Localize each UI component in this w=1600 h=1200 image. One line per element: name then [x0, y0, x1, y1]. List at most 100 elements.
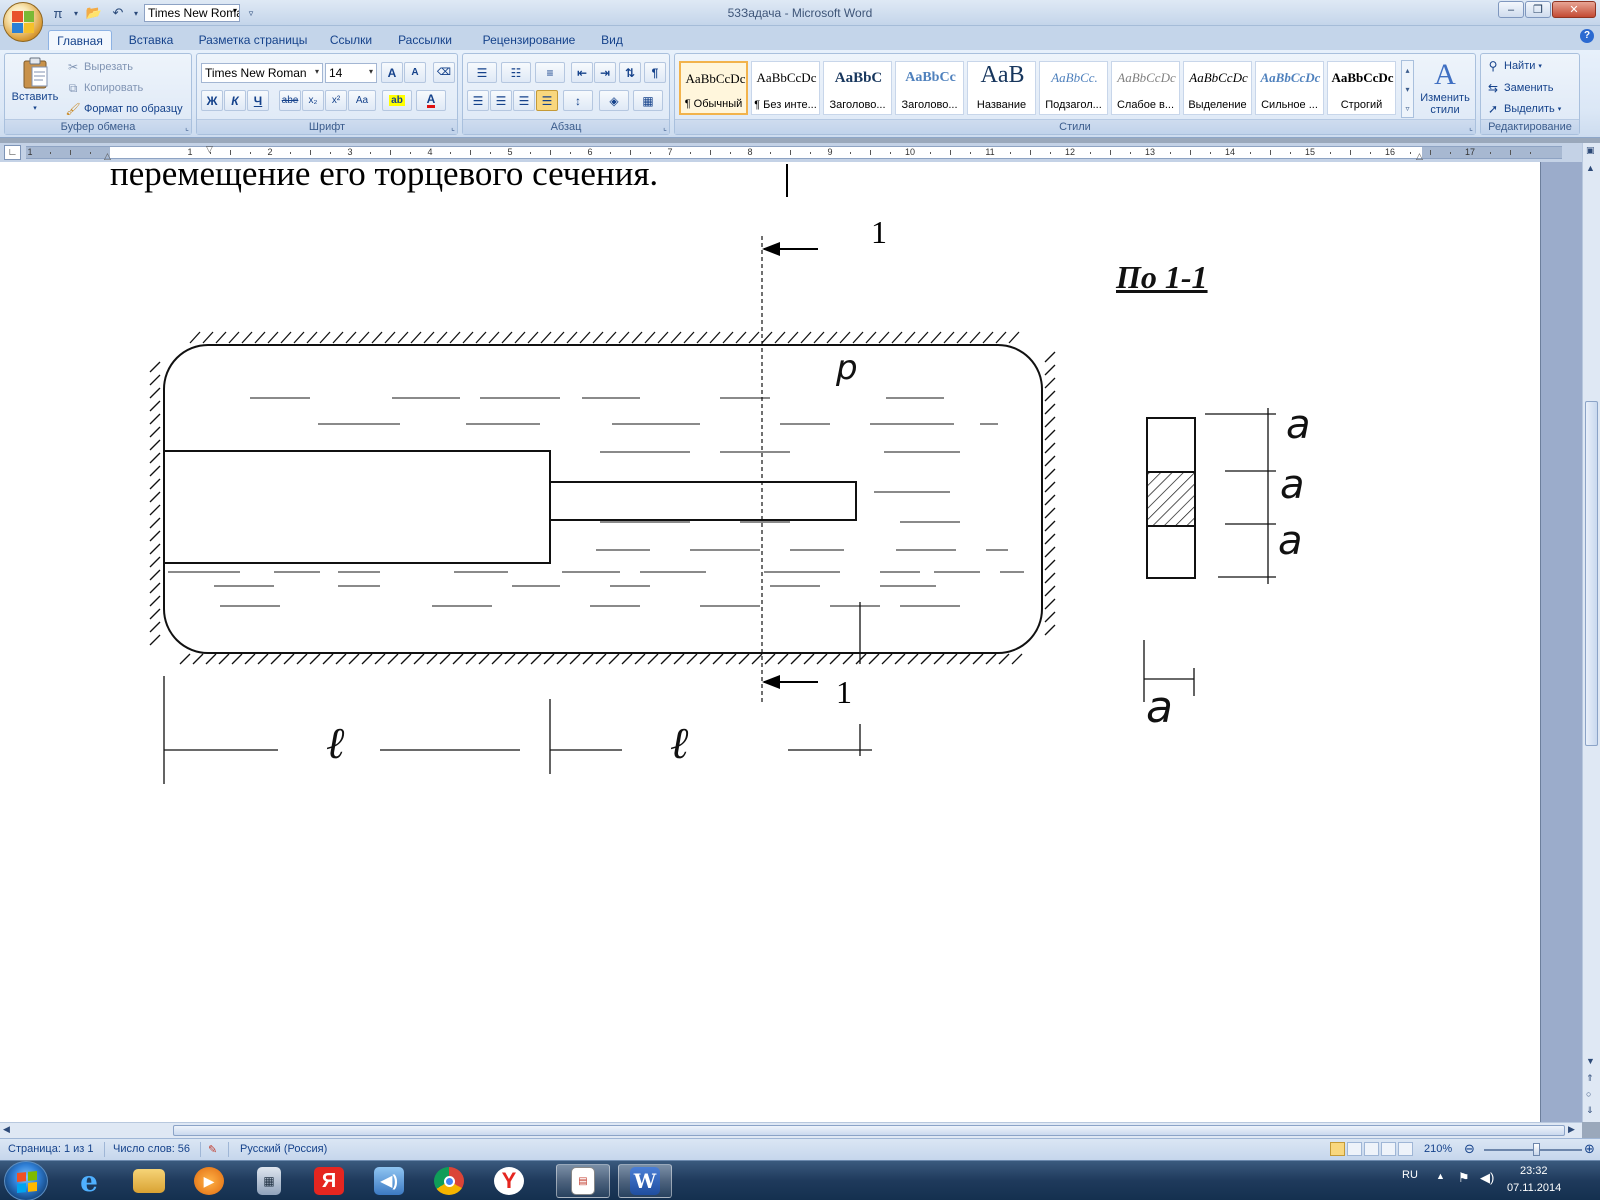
horizontal-ruler[interactable]: ∟ 1 1 2 3 4 5 6 7 8 9 10 11 12 13 14 15 16 17 ▽ △ △ — [0, 143, 1600, 162]
print-layout-view-button[interactable] — [1330, 1142, 1345, 1156]
left-indent-icon[interactable]: △ — [104, 151, 111, 162]
style-heading-2[interactable]: AaBbCc Заголово... — [895, 61, 964, 115]
superscript-button[interactable]: x² — [325, 90, 347, 111]
taskbar-internet-explorer[interactable]: e — [62, 1164, 116, 1198]
tab-references[interactable]: Ссылки — [324, 30, 378, 50]
dialog-launcher-icon[interactable]: ⌞ — [1469, 123, 1473, 132]
taskbar-chrome[interactable] — [422, 1164, 476, 1198]
spelling-check-icon[interactable]: ✎ — [208, 1143, 217, 1156]
dialog-launcher-icon[interactable]: ⌞ — [185, 123, 189, 132]
horizontal-scroll-thumb[interactable] — [173, 1125, 1565, 1136]
zoom-slider-thumb[interactable] — [1533, 1143, 1540, 1156]
cut-button[interactable]: ✂ Вырезать — [65, 59, 133, 75]
tab-review[interactable]: Рецензирование — [472, 30, 586, 50]
highlight-button[interactable]: ab — [382, 90, 412, 111]
strikethrough-button[interactable]: abe — [279, 90, 301, 111]
justify-button[interactable]: ☰ — [536, 90, 558, 111]
grow-font-button[interactable]: A — [381, 62, 403, 83]
taskbar-calculator[interactable]: ▦ — [242, 1164, 296, 1198]
align-left-button[interactable]: ☰ — [467, 90, 489, 111]
styles-scroller[interactable]: ▴ ▾ ▿ — [1401, 60, 1414, 118]
next-page-icon[interactable]: ⇓ — [1586, 1105, 1594, 1116]
document-area[interactable]: перемещение его торцевого сечения. 1 1 П… — [0, 162, 1582, 1122]
numbering-button[interactable]: ☷ — [501, 62, 531, 83]
document-page[interactable]: перемещение его торцевого сечения. 1 1 П… — [0, 162, 1541, 1122]
underline-button[interactable]: Ч — [247, 90, 269, 111]
web-layout-view-button[interactable] — [1364, 1142, 1379, 1156]
tab-home[interactable]: Главная — [48, 30, 112, 51]
bullets-button[interactable]: ☰ — [467, 62, 497, 83]
style-heading-1[interactable]: AaBbC Заголово... — [823, 61, 892, 115]
paste-button[interactable]: Вставить ▾ — [9, 56, 61, 112]
zoom-out-icon[interactable]: ⊖ — [1464, 1141, 1475, 1157]
format-painter-button[interactable]: 🖌 Формат по образцу — [65, 101, 182, 117]
align-right-button[interactable]: ☰ — [513, 90, 535, 111]
sort-button[interactable]: ⇅ — [619, 62, 641, 83]
language-indicator[interactable]: Русский (Россия) — [240, 1143, 327, 1155]
vertical-scrollbar[interactable]: ▣ ▲ ▼ ⇑ ○ ⇓ — [1582, 143, 1600, 1122]
select-button[interactable]: ➚ Выделить ▾ — [1485, 101, 1561, 117]
font-name-combo[interactable]: Times New Roman ▾ — [201, 63, 323, 83]
taskbar-document-viewer[interactable]: ▤ — [556, 1164, 610, 1198]
borders-button[interactable]: ▦ — [633, 90, 663, 111]
taskbar-media-player[interactable]: ▶ — [182, 1164, 236, 1198]
first-line-indent-icon[interactable]: ▽ — [206, 144, 213, 155]
full-screen-reading-view-button[interactable] — [1347, 1142, 1362, 1156]
browse-object-icon[interactable]: ○ — [1586, 1089, 1591, 1099]
show-hidden-icons-icon[interactable]: ▲ — [1436, 1171, 1445, 1181]
minimize-button[interactable]: – — [1498, 1, 1524, 18]
style-title[interactable]: AaB Название — [967, 61, 1036, 115]
word-count[interactable]: Число слов: 56 — [113, 1143, 190, 1155]
bold-button[interactable]: Ж — [201, 90, 223, 111]
zoom-level[interactable]: 210% — [1424, 1143, 1452, 1155]
tab-page-layout[interactable]: Разметка страницы — [192, 30, 314, 50]
dialog-launcher-icon[interactable]: ⌞ — [451, 123, 455, 132]
tab-insert[interactable]: Вставка — [118, 30, 184, 50]
taskbar-volume-mixer[interactable]: ◀) — [362, 1164, 416, 1198]
style-no-spacing[interactable]: AaBbCcDc ¶ Без инте... — [751, 61, 820, 115]
style-subtle-emphasis[interactable]: AaBbCcDc Слабое в... — [1111, 61, 1180, 115]
scroll-left-icon[interactable]: ◀ — [3, 1124, 10, 1135]
decrease-indent-button[interactable]: ⇤ — [571, 62, 593, 83]
draft-view-button[interactable] — [1398, 1142, 1413, 1156]
help-icon[interactable]: ? — [1580, 29, 1594, 43]
dialog-launcher-icon[interactable]: ⌞ — [663, 123, 667, 132]
find-button[interactable]: ⚲ Найти ▾ — [1485, 58, 1542, 74]
replace-button[interactable]: ⇆ Заменить — [1485, 80, 1553, 96]
subscript-button[interactable]: x₂ — [302, 90, 324, 111]
close-button[interactable]: ✕ — [1552, 1, 1596, 18]
ruler-toggle-icon[interactable]: ▣ — [1586, 145, 1595, 156]
italic-button[interactable]: К — [224, 90, 246, 111]
copy-button[interactable]: ⧉ Копировать — [65, 80, 144, 96]
right-indent-icon[interactable]: △ — [1416, 151, 1423, 162]
start-button[interactable] — [4, 1161, 48, 1200]
page-count[interactable]: Страница: 1 из 1 — [8, 1143, 94, 1155]
action-center-flag-icon[interactable]: ⚑ — [1458, 1170, 1470, 1186]
style-emphasis[interactable]: AaBbCcDc Выделение — [1183, 61, 1252, 115]
volume-icon[interactable]: ◀) — [1480, 1170, 1494, 1186]
taskbar-file-explorer[interactable] — [122, 1164, 176, 1198]
tab-selector-icon[interactable]: ∟ — [4, 145, 21, 160]
tab-mailings[interactable]: Рассылки — [392, 30, 458, 50]
ruler-bar[interactable]: 1 1 2 3 4 5 6 7 8 9 10 11 12 13 14 15 16 17 ▽ △ △ — [26, 144, 1562, 162]
clock-time[interactable]: 23:32 — [1520, 1165, 1548, 1177]
change-case-button[interactable]: Aa — [348, 90, 376, 111]
style-intense-emphasis[interactable]: AaBbCcDc Сильное ... — [1255, 61, 1324, 115]
scroll-down-icon[interactable]: ▼ — [1586, 1056, 1595, 1066]
previous-page-icon[interactable]: ⇑ — [1586, 1073, 1594, 1084]
tab-view[interactable]: Вид — [594, 30, 630, 50]
increase-indent-button[interactable]: ⇥ — [594, 62, 616, 83]
outline-view-button[interactable] — [1381, 1142, 1396, 1156]
taskbar-yandex-browser[interactable]: Y — [482, 1164, 536, 1198]
shading-button[interactable]: ◈ — [599, 90, 629, 111]
horizontal-scrollbar[interactable]: ◀ ▶ — [0, 1122, 1582, 1138]
show-marks-button[interactable]: ¶ — [644, 62, 666, 83]
clear-formatting-button[interactable]: ⌫ — [433, 62, 455, 83]
taskbar-yandex[interactable]: Я — [302, 1164, 356, 1198]
scroll-right-icon[interactable]: ▶ — [1568, 1124, 1575, 1135]
clock-date[interactable]: 07.11.2014 — [1507, 1182, 1561, 1194]
office-button[interactable] — [3, 2, 43, 42]
zoom-in-icon[interactable]: ⊕ — [1584, 1141, 1595, 1157]
style-subtitle[interactable]: AaBbCc. Подзагол... — [1039, 61, 1108, 115]
input-language[interactable]: RU — [1402, 1169, 1418, 1181]
